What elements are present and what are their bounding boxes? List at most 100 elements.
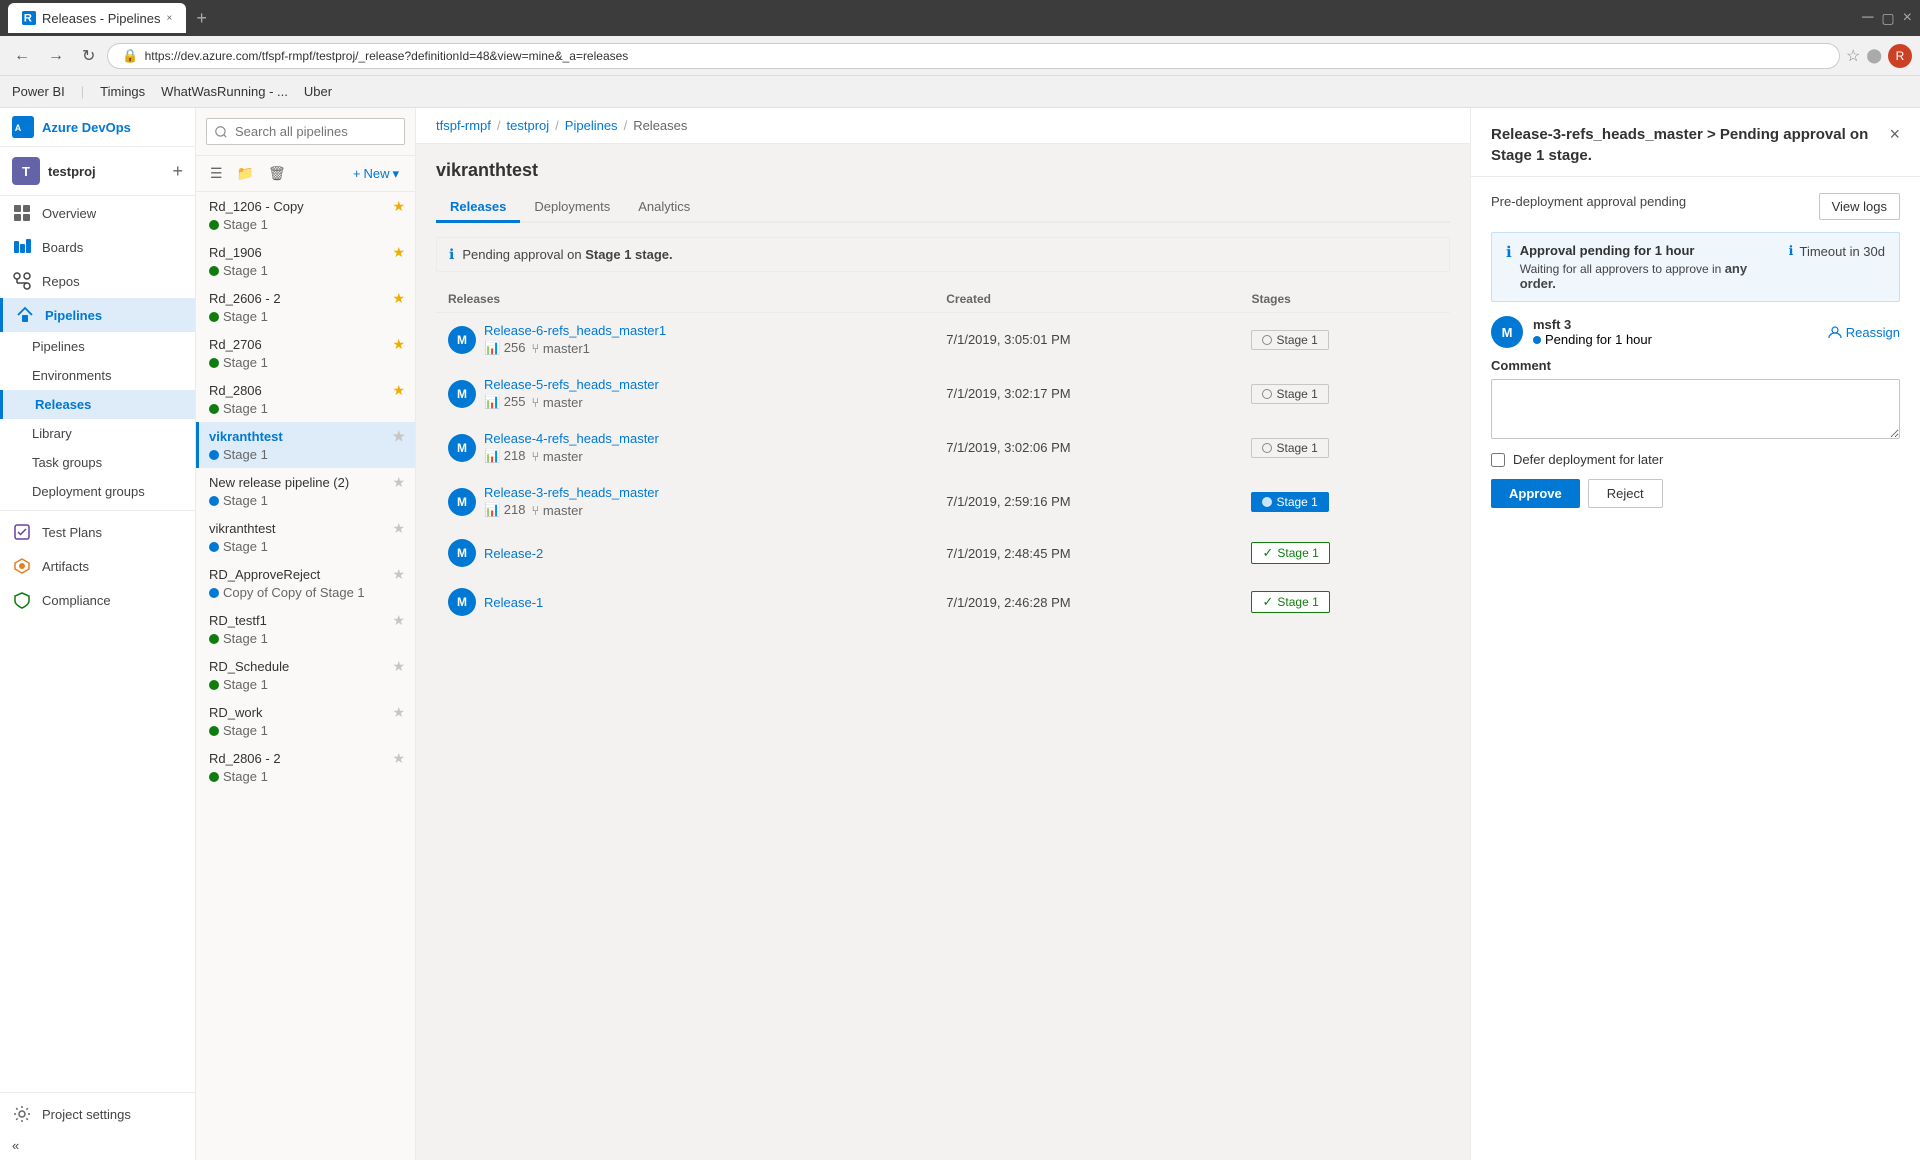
pipeline-entry[interactable]: Rd_2806 - 2 ★ Stage 1 [196,744,415,790]
sidebar-item-pipelines[interactable]: Pipelines [0,298,195,332]
tab-analytics[interactable]: Analytics [624,193,704,223]
star-icon[interactable]: ★ [392,704,405,721]
pipeline-entry[interactable]: Rd_1906 ★ Stage 1 [196,238,415,284]
pipeline-entry-name: RD_testf1 ★ [209,612,405,629]
sidebar-item-pipelines-sub[interactable]: Pipelines [0,332,195,361]
pipeline-entry[interactable]: Rd_2606 - 2 ★ Stage 1 [196,284,415,330]
add-org-button[interactable]: + [172,161,183,182]
folder-view-button[interactable]: 📁 [233,162,258,185]
bookmark-uber[interactable]: Uber [304,84,332,99]
release-link[interactable]: Release-1 [484,595,543,610]
pipeline-entry[interactable]: vikranthtest ★ Stage 1 [196,422,415,468]
new-pipeline-button[interactable]: + New ▾ [347,163,405,185]
bookmark-timings[interactable]: Timings [100,84,145,99]
star-icon[interactable]: ★ [392,566,405,583]
pipeline-entry[interactable]: RD_testf1 ★ Stage 1 [196,606,415,652]
breadcrumb-project[interactable]: testproj [507,118,550,133]
star-icon[interactable]: ★ [392,290,405,307]
star-icon[interactable]: ★ [392,750,405,767]
table-row: M Release-3-refs_heads_master 📊 218 ⑂ ma… [436,475,1450,529]
breadcrumb-org[interactable]: tfspf-rmpf [436,118,491,133]
stage-badge[interactable]: Stage 1 [1251,438,1328,458]
release-stage-cell[interactable]: Stage 1 [1239,475,1450,529]
star-icon[interactable]: ★ [392,336,405,353]
defer-checkbox[interactable] [1491,453,1505,467]
sidebar-item-task-groups[interactable]: Task groups [0,448,195,477]
pipeline-entry[interactable]: New release pipeline (2) ★ Stage 1 [196,468,415,514]
bookmark-powerbi[interactable]: Power BI [12,84,65,99]
release-created-cell: 7/1/2019, 2:46:28 PM [934,578,1239,627]
forward-button[interactable]: → [42,43,70,69]
release-link[interactable]: Release-5-refs_heads_master [484,377,659,392]
stage-badge[interactable]: ✓ Stage 1 [1251,542,1329,564]
sidebar-item-environments[interactable]: Environments [0,361,195,390]
star-icon[interactable]: ★ [392,382,405,399]
pipeline-entry[interactable]: Rd_1206 - Copy ★ Stage 1 [196,192,415,238]
release-link[interactable]: Release-2 [484,546,543,561]
bookmark-button[interactable]: ☆ [1846,46,1860,66]
release-link[interactable]: Release-6-refs_heads_master1 [484,323,666,338]
star-icon[interactable]: ★ [392,520,405,537]
tab-releases[interactable]: Releases [436,193,520,223]
pipelines-sub-label: Pipelines [32,339,85,354]
sidebar-item-overview[interactable]: Overview [0,196,195,230]
release-link[interactable]: Release-3-refs_heads_master [484,485,659,500]
star-icon[interactable]: ★ [392,658,405,675]
back-button[interactable]: ← [8,43,36,69]
pipeline-entry[interactable]: RD_Schedule ★ Stage 1 [196,652,415,698]
release-avatar: M [448,488,476,516]
tab-close-button[interactable]: × [167,13,173,24]
reload-button[interactable]: ↻ [76,42,101,70]
stage-badge[interactable]: Stage 1 [1251,384,1328,404]
star-icon[interactable]: ★ [392,244,405,261]
environments-label: Environments [32,368,111,383]
close-panel-button[interactable]: × [1889,124,1900,145]
sidebar-item-artifacts[interactable]: Artifacts [0,549,195,583]
sidebar-item-repos[interactable]: Repos [0,264,195,298]
browser-tab[interactable]: R Releases - Pipelines × [8,3,186,33]
release-stage-cell[interactable]: ✓ Stage 1 [1239,578,1450,627]
sidebar-item-project-settings[interactable]: Project settings [0,1097,195,1131]
release-created-cell: 7/1/2019, 3:02:06 PM [934,421,1239,475]
sidebar-item-deployment-groups[interactable]: Deployment groups [0,477,195,506]
new-tab-button[interactable]: + [196,8,207,29]
search-input[interactable] [206,118,405,145]
release-stage-cell[interactable]: Stage 1 [1239,421,1450,475]
breadcrumb-pipelines[interactable]: Pipelines [565,118,618,133]
sidebar-collapse-button[interactable]: « [0,1131,195,1160]
delete-button[interactable]: 🗑 [264,162,290,185]
view-logs-button[interactable]: View logs [1819,193,1900,220]
sidebar-item-library[interactable]: Library [0,419,195,448]
stage-badge[interactable]: ✓ Stage 1 [1251,591,1329,613]
sidebar-item-compliance[interactable]: Compliance [0,583,195,617]
bookmark-whatwas[interactable]: WhatWasRunning - ... [161,84,288,99]
sidebar-item-boards[interactable]: Boards [0,230,195,264]
star-icon[interactable]: ★ [392,198,405,215]
sidebar-devops-header[interactable]: A Azure DevOps [0,108,195,147]
star-icon[interactable]: ★ [392,428,405,445]
release-stage-cell[interactable]: Stage 1 [1239,313,1450,367]
reassign-button[interactable]: Reassign [1828,325,1900,340]
sidebar-item-releases[interactable]: Releases [0,390,195,419]
pipeline-entry[interactable]: Rd_2706 ★ Stage 1 [196,330,415,376]
stage-badge[interactable]: Stage 1 [1251,492,1328,512]
list-view-button[interactable]: ☰ [206,162,227,185]
release-stage-cell[interactable]: ✓ Stage 1 [1239,529,1450,578]
pipeline-entry[interactable]: vikranthtest ★ Stage 1 [196,514,415,560]
address-bar[interactable]: 🔒 https://dev.azure.com/tfspf-rmpf/testp… [107,43,1840,69]
stage-badge[interactable]: Stage 1 [1251,330,1328,350]
pipeline-entry[interactable]: RD_work ★ Stage 1 [196,698,415,744]
star-icon[interactable]: ★ [392,612,405,629]
star-icon[interactable]: ★ [392,474,405,491]
sidebar-item-test-plans[interactable]: Test Plans [0,515,195,549]
release-link[interactable]: Release-4-refs_heads_master [484,431,659,446]
pipeline-entry[interactable]: RD_ApproveReject ★ Copy of Copy of Stage… [196,560,415,606]
pipeline-entry[interactable]: Rd_2806 ★ Stage 1 [196,376,415,422]
reject-button[interactable]: Reject [1588,479,1663,508]
tab-deployments[interactable]: Deployments [520,193,624,223]
approve-button[interactable]: Approve [1491,479,1580,508]
release-stage-cell[interactable]: Stage 1 [1239,367,1450,421]
profile-avatar[interactable]: R [1888,44,1912,68]
table-row: M Release-2 7/1/2019, 2:48:45 PM ✓ Stage… [436,529,1450,578]
comment-textarea[interactable] [1491,379,1900,439]
